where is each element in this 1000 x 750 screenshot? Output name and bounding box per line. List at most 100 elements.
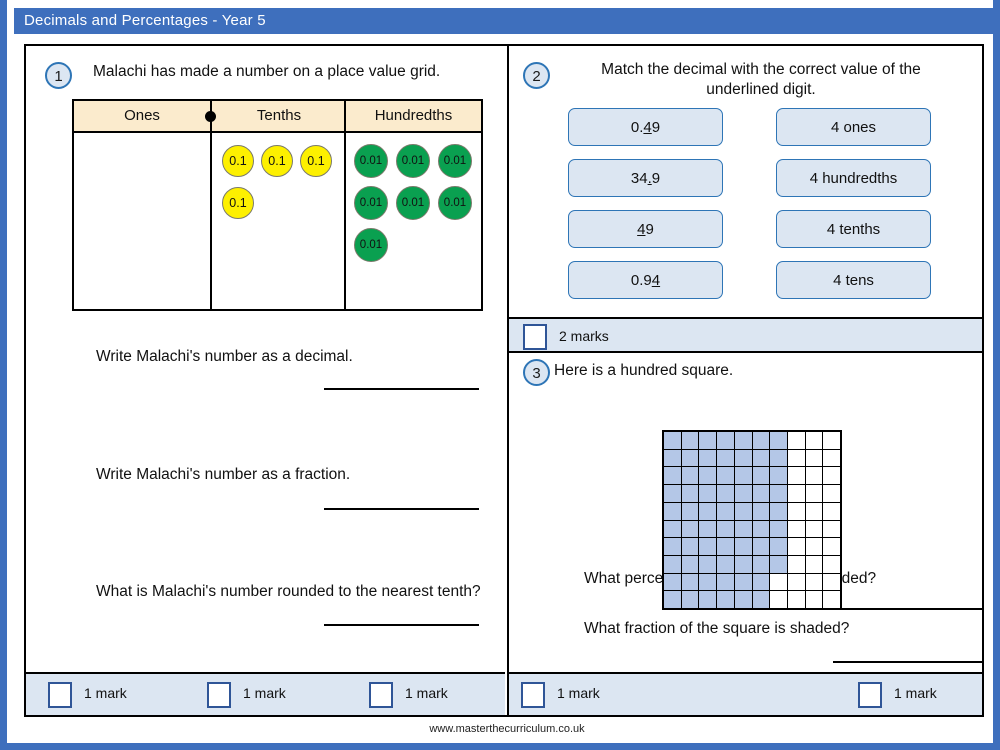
question-3b-text: What fraction of the square is shaded? [584,620,850,637]
mark-checkbox[interactable] [858,682,882,708]
column-header-ones: Ones [124,107,160,124]
answer-line-1c[interactable] [324,624,479,626]
hundredth-counter: 0.01 [396,186,430,220]
hundred-square-cell-shaded [699,591,717,608]
question-1b-text: Write Malachi's number as a fraction. [96,466,351,483]
hundred-square-cell-shaded [770,485,787,502]
hundred-square-cell-shaded [681,485,699,502]
tenth-counter: 0.1 [222,145,254,177]
hundred-square-cell-shaded [681,502,699,520]
hundred-square-cell-empty [770,591,787,608]
hundred-square-cell-shaded [699,467,717,485]
hundred-square-cell-shaded [717,432,734,449]
hundredth-counter: 0.01 [438,186,472,220]
question-1-number: 1 [45,62,72,89]
value-option-box[interactable]: 4 tenths [776,210,931,248]
hundred-square-cell-empty [787,432,805,449]
hundred-square-grid [662,430,842,610]
decimal-option-box[interactable]: 49 [568,210,723,248]
hundred-square-cell-shaded [752,467,770,485]
hundred-square-cell-shaded [664,485,681,502]
decimal-option-text: 0.49 [630,118,661,136]
hundred-square-cell-empty [787,555,805,573]
hundred-square-cell-empty [787,520,805,538]
hundred-square-cell-empty [787,573,805,591]
hundred-square-cell-empty [823,432,840,449]
hundred-square-cell-shaded [664,538,681,555]
hundred-square-cell-shaded [717,538,734,555]
hundred-square-cell-shaded [752,538,770,555]
question-3-marks-bar: 1 mark 1 mark [507,672,982,715]
hundred-square-cell-shaded [770,520,787,538]
hundred-square-cell-shaded [717,573,734,591]
hundred-square-cell-shaded [770,467,787,485]
place-value-grid: Ones Tenths Hundredths 0.1 0.1 0.1 0.1 0… [72,99,483,311]
mark-checkbox[interactable] [523,324,547,350]
hundred-square-cell-empty [823,591,840,608]
mark-checkbox[interactable] [369,682,393,708]
hundred-square-cell-empty [805,467,823,485]
hundred-square-cell-shaded [734,573,752,591]
hundred-square-cell-empty [805,538,823,555]
decimal-option-text: 49 [637,220,654,238]
mark-label: 1 mark [894,685,937,701]
hundred-square-cell-empty [823,467,840,485]
value-option-box[interactable]: 4 tens [776,261,931,299]
hundred-square-cell-shaded [717,502,734,520]
mark-label: 1 mark [84,685,127,701]
mark-checkbox[interactable] [48,682,72,708]
mark-label: 2 marks [559,328,609,344]
hundred-square-cell-empty [805,573,823,591]
decimal-option-box[interactable]: 0.94 [568,261,723,299]
answer-line-3b[interactable] [833,661,983,663]
hundred-square-cell-empty [787,502,805,520]
question-1c-text: What is Malachi's number rounded to the … [96,583,481,600]
hundred-square-cell-empty [823,520,840,538]
mark-checkbox[interactable] [521,682,545,708]
worksheet-frame: 1 Malachi has made a number on a place v… [24,44,984,717]
hundred-square-cell-empty [805,591,823,608]
hundred-square-cell-shaded [664,591,681,608]
hundred-square-cell-shaded [664,573,681,591]
value-option-box[interactable]: 4 hundredths [776,159,931,197]
question-2-prompt: Match the decimal with the correct value… [601,61,921,98]
hundred-square-cell-shaded [752,502,770,520]
hundred-square-cell-shaded [752,573,770,591]
value-option-box[interactable]: 4 ones [776,108,931,146]
decimal-option-box[interactable]: 34.9 [568,159,723,197]
question-3-number: 3 [523,359,550,386]
hundred-square-cell-shaded [699,555,717,573]
hundred-square-cell-empty [823,555,840,573]
hundred-square-cell-empty [787,591,805,608]
hundred-square-cell-shaded [699,538,717,555]
hundred-square-cell-shaded [664,467,681,485]
hundred-square-cell-shaded [734,432,752,449]
question-1-panel: 1 Malachi has made a number on a place v… [26,46,507,672]
hundred-square-cell-shaded [717,467,734,485]
hundred-square-cell-empty [805,432,823,449]
column-header-tenths: Tenths [256,107,302,124]
hundred-square-cell-shaded [717,591,734,608]
hundred-square-cell-shaded [681,573,699,591]
hundred-square-cell-shaded [717,555,734,573]
hundred-square-cell-shaded [734,467,752,485]
hundred-square-cell-shaded [752,555,770,573]
hundred-square-cell-shaded [699,520,717,538]
hundred-square-cell-shaded [770,555,787,573]
decimal-option-box[interactable]: 0.49 [568,108,723,146]
answer-line-3a[interactable] [833,608,983,610]
hundred-square-cell-shaded [734,449,752,467]
hundred-square-cell-shaded [664,555,681,573]
hundred-square-cell-shaded [664,449,681,467]
mark-checkbox[interactable] [207,682,231,708]
tenth-counter: 0.1 [222,187,254,219]
hundred-square-cell-shaded [734,502,752,520]
hundred-square-cell-empty [787,485,805,502]
answer-line-1b[interactable] [324,508,479,510]
hundred-square-cell-empty [823,573,840,591]
hundred-square-cell-empty [805,520,823,538]
mark-label: 1 mark [243,685,286,701]
footer-url: www.masterthecurriculum.co.uk [429,723,585,735]
hundred-square-cell-shaded [681,449,699,467]
answer-line-1a[interactable] [324,388,479,390]
